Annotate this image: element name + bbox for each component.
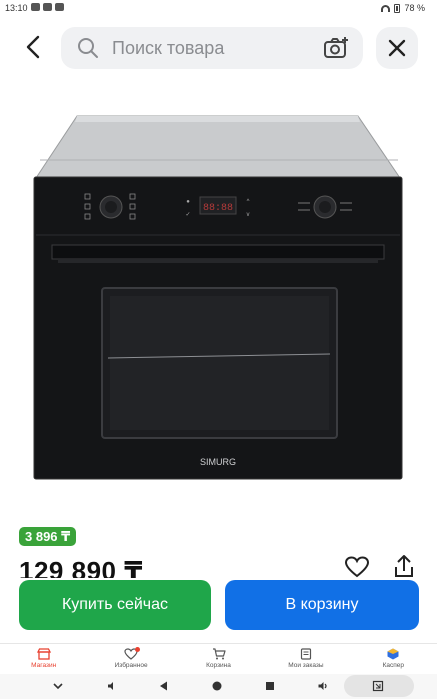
status-right: 78 % (381, 3, 425, 13)
search-placeholder: Поиск товара (112, 38, 225, 58)
notification-icon (31, 3, 40, 11)
add-to-cart-button[interactable]: В корзину (225, 580, 419, 630)
oven-illustration: 88:88 ● ✓ ^ v SIMURG (33, 115, 403, 480)
nav-label: Избранное (114, 662, 148, 669)
nav-item-favorites[interactable]: Избранное (87, 644, 174, 673)
battery-icon (394, 3, 401, 13)
share-icon[interactable] (392, 553, 416, 579)
product-price: 129 890 ₸ (19, 556, 143, 578)
svg-text:●: ● (186, 199, 190, 205)
nav-label: Мои заказы (288, 662, 324, 669)
cart-icon (212, 648, 226, 660)
volume-up-icon[interactable] (317, 680, 329, 692)
product-image[interactable]: 88:88 ● ✓ ^ v SIMURG (0, 90, 437, 510)
recents-square-icon[interactable] (264, 680, 276, 692)
oven-brand: SIMURG (200, 457, 236, 467)
screenshot-pill[interactable] (344, 675, 414, 697)
nav-item-shop[interactable]: Магазин (0, 644, 87, 673)
cashback-badge: 3 896 ₸ (19, 527, 77, 546)
nav-label: Корзина (206, 662, 231, 669)
svg-text:^: ^ (247, 199, 250, 205)
battery-percent: 78 % (404, 3, 425, 13)
oven-display: 88:88 (203, 203, 233, 214)
bottom-nav: Магазин Избранное Корзина Мои заказы Кас… (0, 643, 437, 673)
notification-icon (43, 3, 52, 11)
back-triangle-icon[interactable] (158, 680, 170, 692)
nav-label: Магазин (31, 662, 57, 669)
status-time: 13:10 (5, 3, 28, 13)
screen: 13:10 78 % Поиск товара 88:88 ● ✓ ^ v SI… (0, 0, 437, 699)
search-bar[interactable]: Поиск товара (61, 27, 363, 69)
nav-item-orders[interactable]: Мои заказы (262, 644, 349, 673)
wifi-icon (381, 4, 391, 12)
notification-dot (135, 647, 141, 652)
volume-down-icon[interactable] (106, 680, 118, 692)
chevron-left-icon (26, 35, 40, 59)
home-circle-icon[interactable] (211, 680, 223, 692)
buy-now-button[interactable]: Купить сейчас (19, 580, 211, 630)
svg-text:v: v (247, 212, 250, 218)
orders-icon (300, 648, 312, 660)
shop-icon (36, 648, 51, 660)
close-icon (388, 39, 406, 57)
svg-text:✓: ✓ (185, 212, 190, 218)
nav-label: Каспер (382, 662, 405, 669)
nav-item-kasper[interactable]: Каспер (350, 644, 437, 673)
heart-icon[interactable] (344, 556, 370, 578)
notification-icon (55, 3, 64, 11)
camera-search-icon[interactable] (323, 36, 349, 60)
status-bar: 13:10 78 % (0, 0, 437, 16)
screenshot-icon (372, 680, 384, 692)
notification-icons (31, 3, 64, 11)
chevron-down-icon[interactable] (52, 680, 64, 692)
nav-item-cart[interactable]: Корзина (175, 644, 262, 673)
close-button[interactable] (376, 27, 418, 69)
kasper-icon (387, 648, 399, 660)
search-icon (78, 38, 98, 58)
back-button[interactable] (18, 30, 48, 64)
